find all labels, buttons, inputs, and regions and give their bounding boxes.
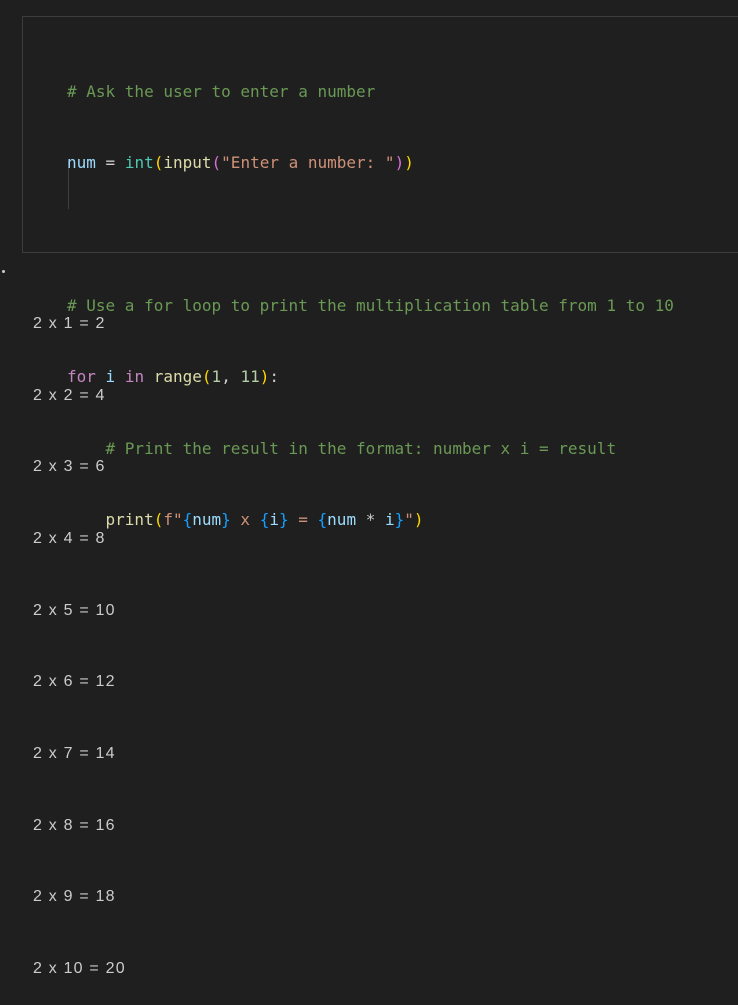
bracket: ) — [394, 152, 405, 172]
output-line: 2 x 6 = 12 — [33, 673, 116, 691]
output-line: 2 x 8 = 16 — [33, 816, 116, 834]
var-i: i — [384, 509, 395, 529]
code-line-4: # Use a for loop to print the multiplica… — [67, 294, 674, 318]
keyword-in: in — [124, 367, 145, 387]
output-line: 2 x 4 = 8 — [33, 529, 106, 547]
output-line: 2 x 1 = 2 — [33, 314, 106, 332]
bracket: ) — [413, 509, 424, 529]
colon: : — [269, 367, 279, 387]
assign-op: = — [95, 152, 125, 172]
comment-print-format: # Print the result in the format: number… — [105, 438, 617, 458]
bracket: ) — [404, 152, 414, 172]
comma: , — [221, 367, 241, 387]
brace: } — [394, 509, 405, 529]
brace: } — [278, 509, 289, 529]
code-editor[interactable]: # Ask the user to enter a number num = i… — [67, 32, 674, 579]
bracket: ( — [211, 152, 222, 172]
input-call: input — [163, 152, 212, 172]
fstring-prefix: f" — [163, 509, 183, 529]
output-line: 2 x 10 = 20 — [33, 960, 126, 978]
brace: { — [182, 509, 193, 529]
output-line: 2 x 9 = 18 — [33, 888, 116, 906]
multiply-op: * — [356, 509, 385, 529]
output-line: 2 x 7 = 14 — [33, 745, 116, 763]
var-num: num — [67, 152, 96, 172]
bracket: ( — [153, 152, 164, 172]
bracket: ( — [153, 509, 164, 529]
bracket: ( — [201, 367, 212, 387]
code-line-2: num = int(input("Enter a number: ")) — [67, 151, 674, 175]
code-line-7: print(f"{num} x {i} = {num * i}") — [67, 508, 674, 532]
var-num: num — [327, 509, 357, 529]
comment-for-loop: # Use a for loop to print the multiplica… — [67, 295, 674, 315]
brace: } — [221, 509, 231, 529]
comment-ask-user: # Ask the user to enter a number — [67, 81, 376, 101]
code-line-5: for i in range(1, 11): — [67, 365, 674, 389]
number-11: 11 — [240, 367, 260, 387]
code-cell[interactable]: # Ask the user to enter a number num = i… — [22, 16, 738, 529]
code-line-6: # Print the result in the format: number… — [67, 437, 674, 461]
brace: { — [317, 509, 328, 529]
output-ellipsis-icon[interactable] — [2, 270, 5, 273]
fstring-text: x — [230, 509, 260, 529]
var-i: i — [269, 509, 279, 529]
range-call: range — [153, 367, 202, 387]
int-call: int — [124, 152, 154, 172]
fstring-end: " — [404, 509, 414, 529]
cell-output: 2 x 1 = 2 2 x 2 = 4 2 x 3 = 6 2 x 4 = 8 … — [33, 264, 126, 1005]
output-line: 2 x 5 = 10 — [33, 601, 116, 619]
output-line: 2 x 3 = 6 — [33, 458, 106, 476]
bracket: ) — [259, 367, 270, 387]
number-1: 1 — [211, 367, 222, 387]
output-line: 2 x 2 = 4 — [33, 386, 106, 404]
brace: { — [259, 509, 270, 529]
code-line-1: # Ask the user to enter a number — [67, 80, 674, 104]
prompt-string: "Enter a number: " — [221, 152, 395, 172]
var-num: num — [192, 509, 222, 529]
fstring-text: = — [288, 509, 318, 529]
